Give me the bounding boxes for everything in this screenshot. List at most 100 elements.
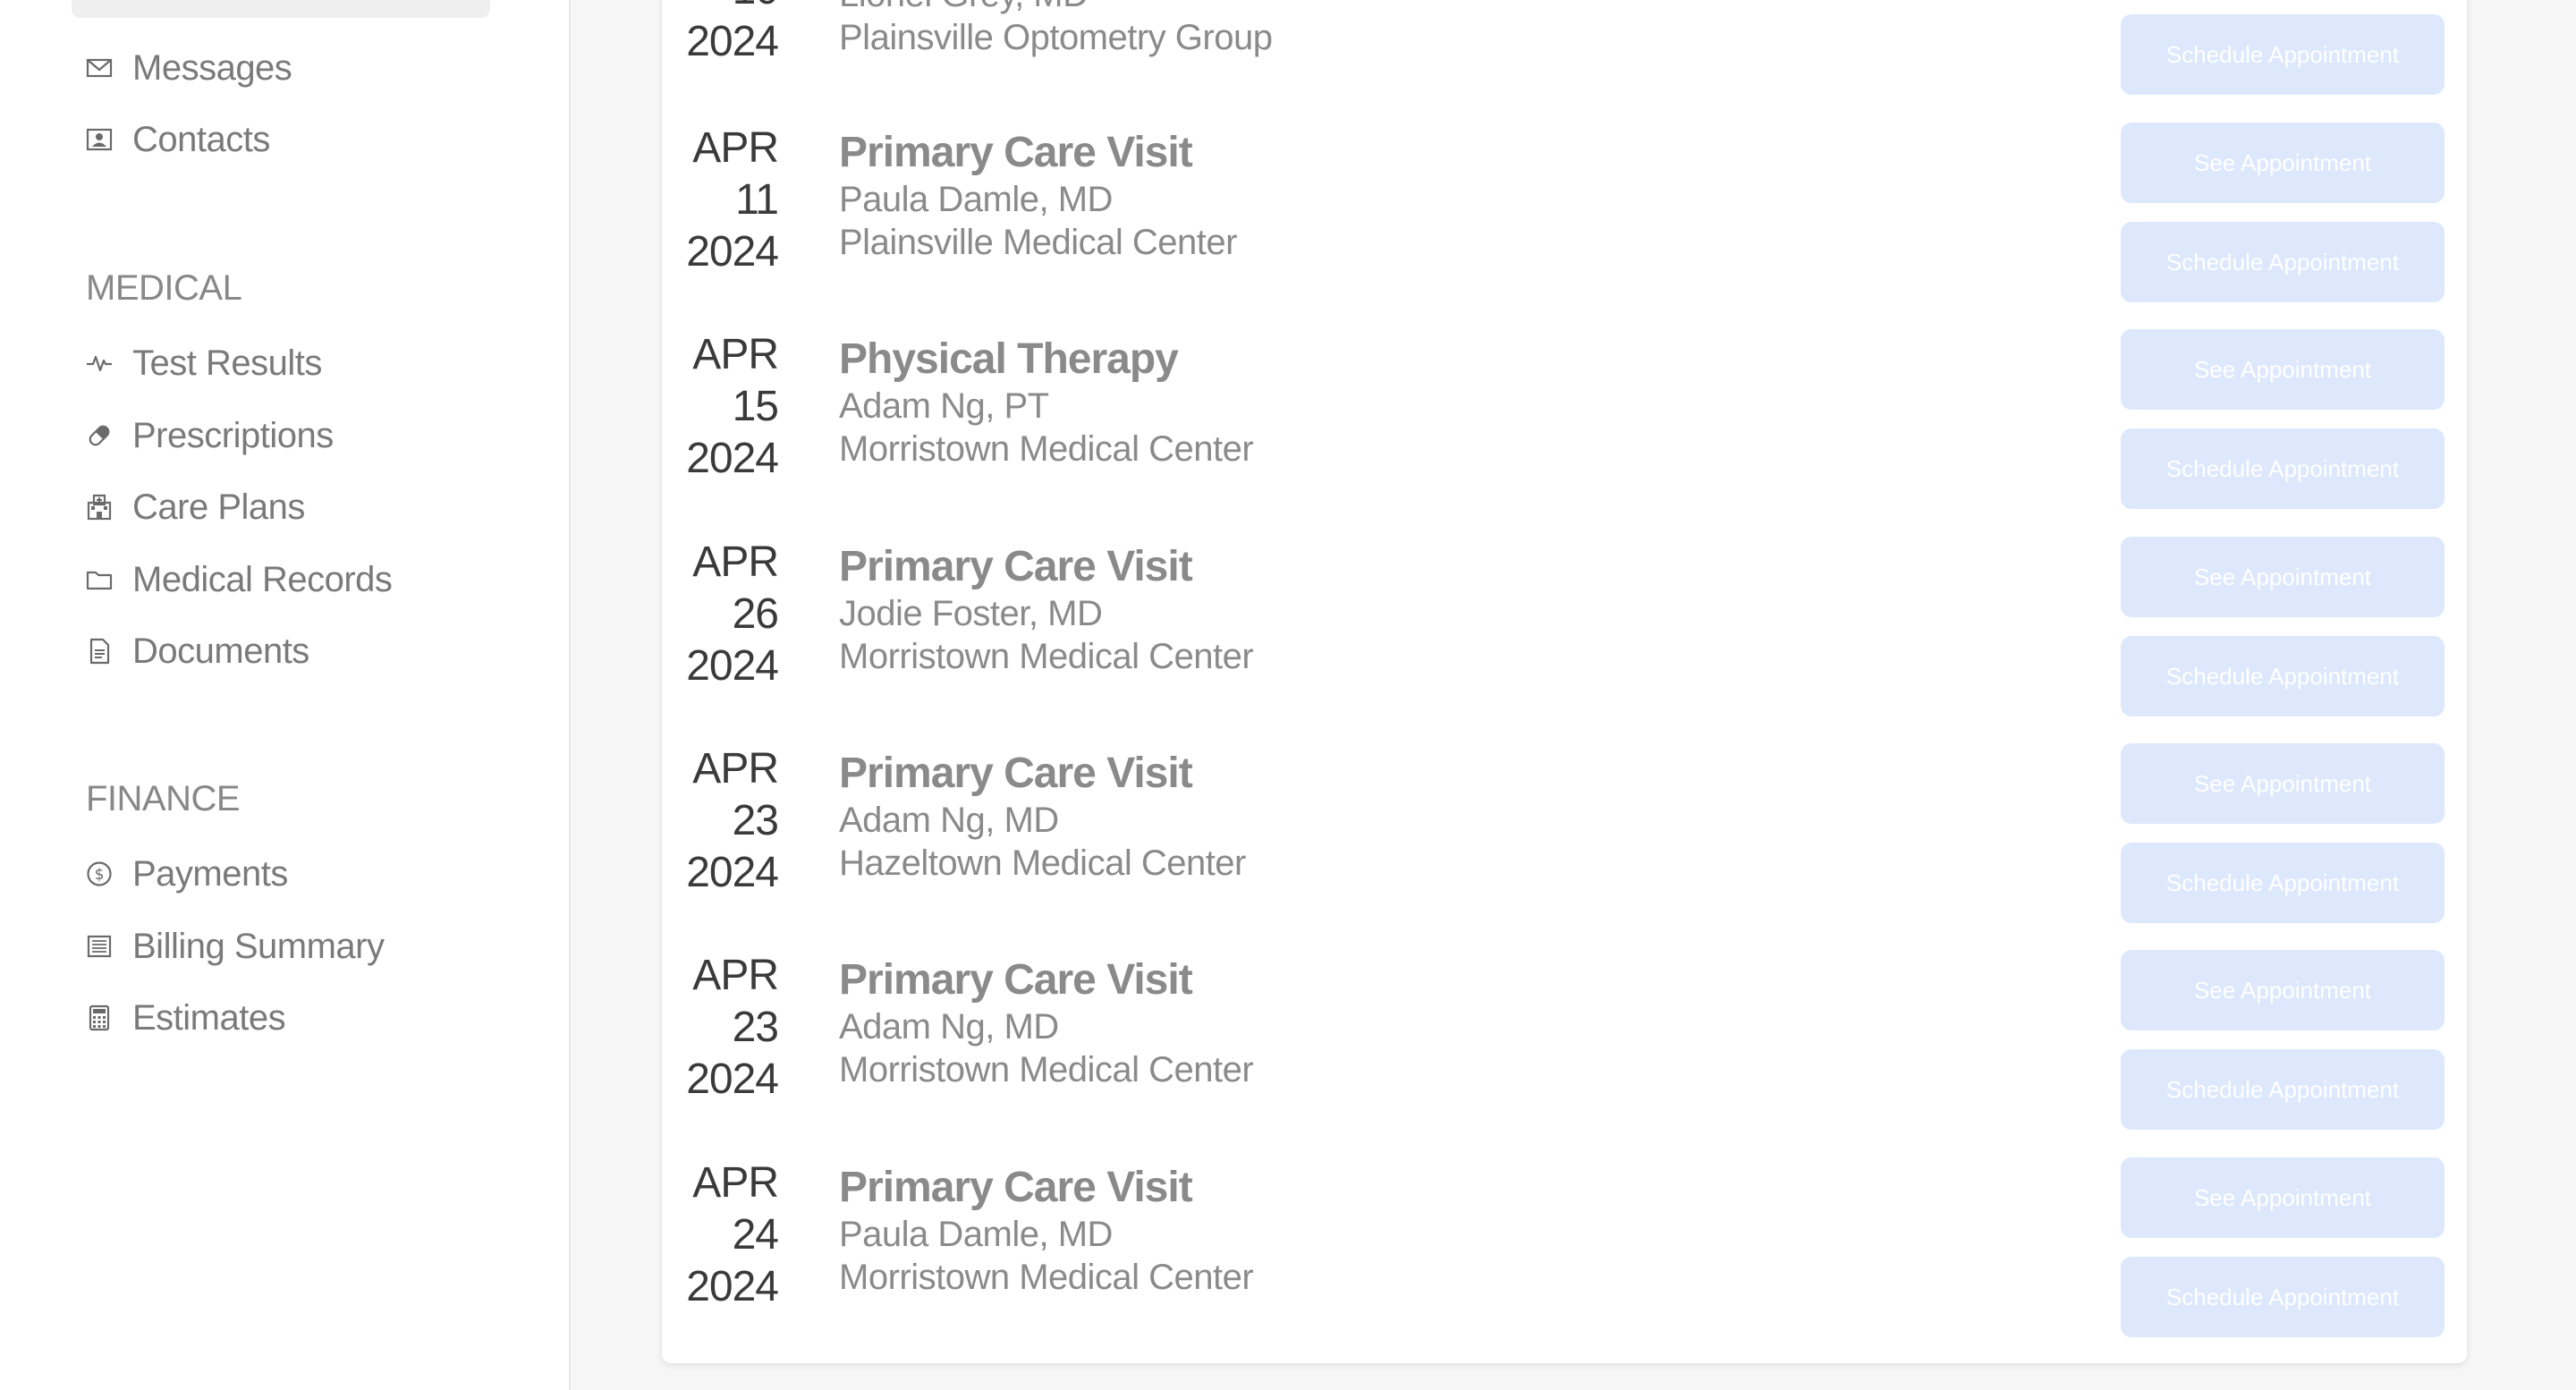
dollar-coin-icon: $ [86, 860, 113, 887]
see-appointment-button[interactable]: See Appointment [2121, 743, 2445, 824]
appointment-provider: Adam Ng, PT [839, 386, 1049, 426]
sidebar-item-label: Messages [132, 47, 292, 88]
appointment-year: 2024 [686, 1055, 779, 1103]
sidebar-item-medical-records[interactable]: Medical Records [86, 555, 393, 605]
sidebar-item-label: Billing Summary [132, 926, 385, 966]
sidebar-item-payments[interactable]: $ Payments [86, 849, 288, 899]
sidebar-item-messages[interactable]: Messages [86, 43, 292, 93]
appointment-location: Morristown Medical Center [839, 1050, 1254, 1089]
see-appointment-button[interactable]: See Appointment [2121, 950, 2445, 1030]
appointment-info: Primary Care Visit Paula Damle, MD Morri… [839, 1163, 1254, 1299]
appointment-day: 23 [732, 1004, 779, 1051]
appointment-item: 10 2024 Lionel Grey, MD Plainsville Opto… [662, 0, 2467, 95]
appointment-location: Morristown Medical Center [839, 637, 1254, 676]
envelope-icon [86, 55, 113, 81]
hospital-icon [86, 494, 113, 521]
appointment-title: Primary Care Visit [839, 129, 1193, 176]
appointment-item: APR 23 2024 Primary Care Visit Adam Ng, … [662, 950, 2467, 1157]
schedule-appointment-button[interactable]: Schedule Appointment [2121, 222, 2445, 302]
appointment-year: 2024 [686, 1263, 779, 1310]
sidebar-item-label: Prescriptions [132, 415, 334, 455]
appointment-info: Primary Care Visit Jodie Foster, MD Morr… [839, 542, 1254, 678]
see-appointment-button[interactable]: See Appointment [2121, 1157, 2445, 1238]
app-window: Messages Contacts MEDICAL Test Results P… [0, 0, 2576, 1390]
sidebar-item-documents[interactable]: Documents [86, 626, 309, 676]
schedule-appointment-button[interactable]: Schedule Appointment [2121, 428, 2445, 509]
appointment-month: APR [692, 331, 779, 378]
appointment-date: APR 26 2024 [680, 537, 779, 692]
sidebar-item-care-plans[interactable]: Care Plans [86, 482, 305, 532]
see-appointment-button[interactable]: See Appointment [2121, 329, 2445, 410]
receipt-icon [86, 933, 113, 960]
pulse-icon [86, 350, 113, 377]
sidebar-item-test-results[interactable]: Test Results [86, 338, 322, 388]
appointment-info: Physical Therapy Adam Ng, PT Morristown … [839, 335, 1254, 470]
schedule-appointment-button[interactable]: Schedule Appointment [2121, 636, 2445, 716]
appointment-location: Morristown Medical Center [839, 1258, 1254, 1297]
sidebar-item-label: Documents [132, 631, 309, 671]
appointment-title: Primary Care Visit [839, 543, 1193, 590]
appointment-year: 2024 [686, 642, 779, 690]
calculator-icon [86, 1004, 113, 1031]
sidebar-item-label: Care Plans [132, 487, 305, 527]
appointment-date: APR 24 2024 [680, 1157, 779, 1313]
schedule-appointment-button[interactable]: Schedule Appointment [2121, 1049, 2445, 1130]
see-appointment-button[interactable]: See Appointment [2121, 537, 2445, 617]
sidebar-item-billing-summary[interactable]: Billing Summary [86, 921, 385, 971]
appointment-month: APR [692, 124, 779, 172]
appointment-year: 2024 [686, 849, 779, 896]
pill-icon [86, 422, 113, 449]
appointment-year: 2024 [686, 18, 779, 65]
sidebar-item-label: Test Results [132, 343, 322, 383]
appointment-info: Primary Care Visit Paula Damle, MD Plain… [839, 128, 1237, 264]
appointment-date: APR 23 2024 [680, 950, 779, 1106]
appointment-day: 11 [735, 176, 779, 224]
see-appointment-button[interactable]: See Appointment [2121, 123, 2445, 203]
appointment-info: Primary Care Visit Adam Ng, MD Hazeltown… [839, 749, 1246, 885]
appointment-location: Hazeltown Medical Center [839, 843, 1246, 883]
appointment-item: APR 24 2024 Primary Care Visit Paula Dam… [662, 1157, 2467, 1364]
appointment-day: 26 [732, 590, 779, 638]
sidebar-item-contacts[interactable]: Contacts [86, 114, 270, 165]
section-heading-medical: MEDICAL [86, 268, 242, 308]
appointment-item: APR 15 2024 Physical Therapy Adam Ng, PT… [662, 329, 2467, 536]
appointment-item: APR 26 2024 Primary Care Visit Jodie Fos… [662, 537, 2467, 743]
appointment-title: Primary Care Visit [839, 956, 1193, 1004]
appointment-year: 2024 [686, 228, 779, 275]
appointment-date: APR 23 2024 [680, 743, 779, 899]
appointment-day: 10 [680, 0, 779, 16]
appointment-provider: Paula Damle, MD [839, 1215, 1113, 1254]
appointment-month: APR [692, 952, 779, 999]
sidebar-active-highlight [72, 0, 490, 18]
main-content: 10 2024 Lionel Grey, MD Plainsville Opto… [571, 0, 2576, 1390]
appointment-day: 24 [732, 1211, 779, 1259]
appointment-info: Primary Care Visit Adam Ng, MD Morristow… [839, 955, 1254, 1091]
appointment-provider: Jodie Foster, MD [839, 594, 1103, 633]
svg-text:$: $ [95, 866, 105, 884]
schedule-appointment-button[interactable]: Schedule Appointment [2121, 14, 2445, 95]
schedule-appointment-button[interactable]: Schedule Appointment [2121, 843, 2445, 923]
schedule-appointment-button[interactable]: Schedule Appointment [2121, 1257, 2445, 1337]
appointment-date: APR 15 2024 [680, 329, 779, 485]
appointment-provider: Adam Ng, MD [839, 801, 1059, 840]
section-heading-finance: FINANCE [86, 779, 241, 818]
appointment-year: 2024 [686, 435, 779, 482]
appointment-info: Lionel Grey, MD Plainsville Optometry Gr… [839, 0, 1273, 59]
sidebar-item-label: Medical Records [132, 559, 393, 599]
sidebar-item-prescriptions[interactable]: Prescriptions [86, 411, 334, 461]
sidebar-item-label: Estimates [132, 997, 286, 1038]
folder-icon [86, 566, 113, 593]
appointment-date: APR 11 2024 [680, 123, 779, 278]
appointment-day: 15 [732, 383, 779, 430]
appointments-card: 10 2024 Lionel Grey, MD Plainsville Opto… [662, 0, 2467, 1363]
appointment-month: APR [692, 745, 779, 792]
appointment-location: Morristown Medical Center [839, 429, 1254, 469]
document-icon [86, 638, 113, 665]
appointment-title: Primary Care Visit [839, 750, 1193, 797]
sidebar-item-estimates[interactable]: Estimates [86, 993, 286, 1043]
appointment-item: APR 11 2024 Primary Care Visit Paula Dam… [662, 123, 2467, 329]
appointment-item: APR 23 2024 Primary Care Visit Adam Ng, … [662, 743, 2467, 950]
appointment-title: Physical Therapy [839, 335, 1179, 383]
appointment-location: Plainsville Optometry Group [839, 18, 1273, 57]
contact-card-icon [86, 126, 113, 153]
